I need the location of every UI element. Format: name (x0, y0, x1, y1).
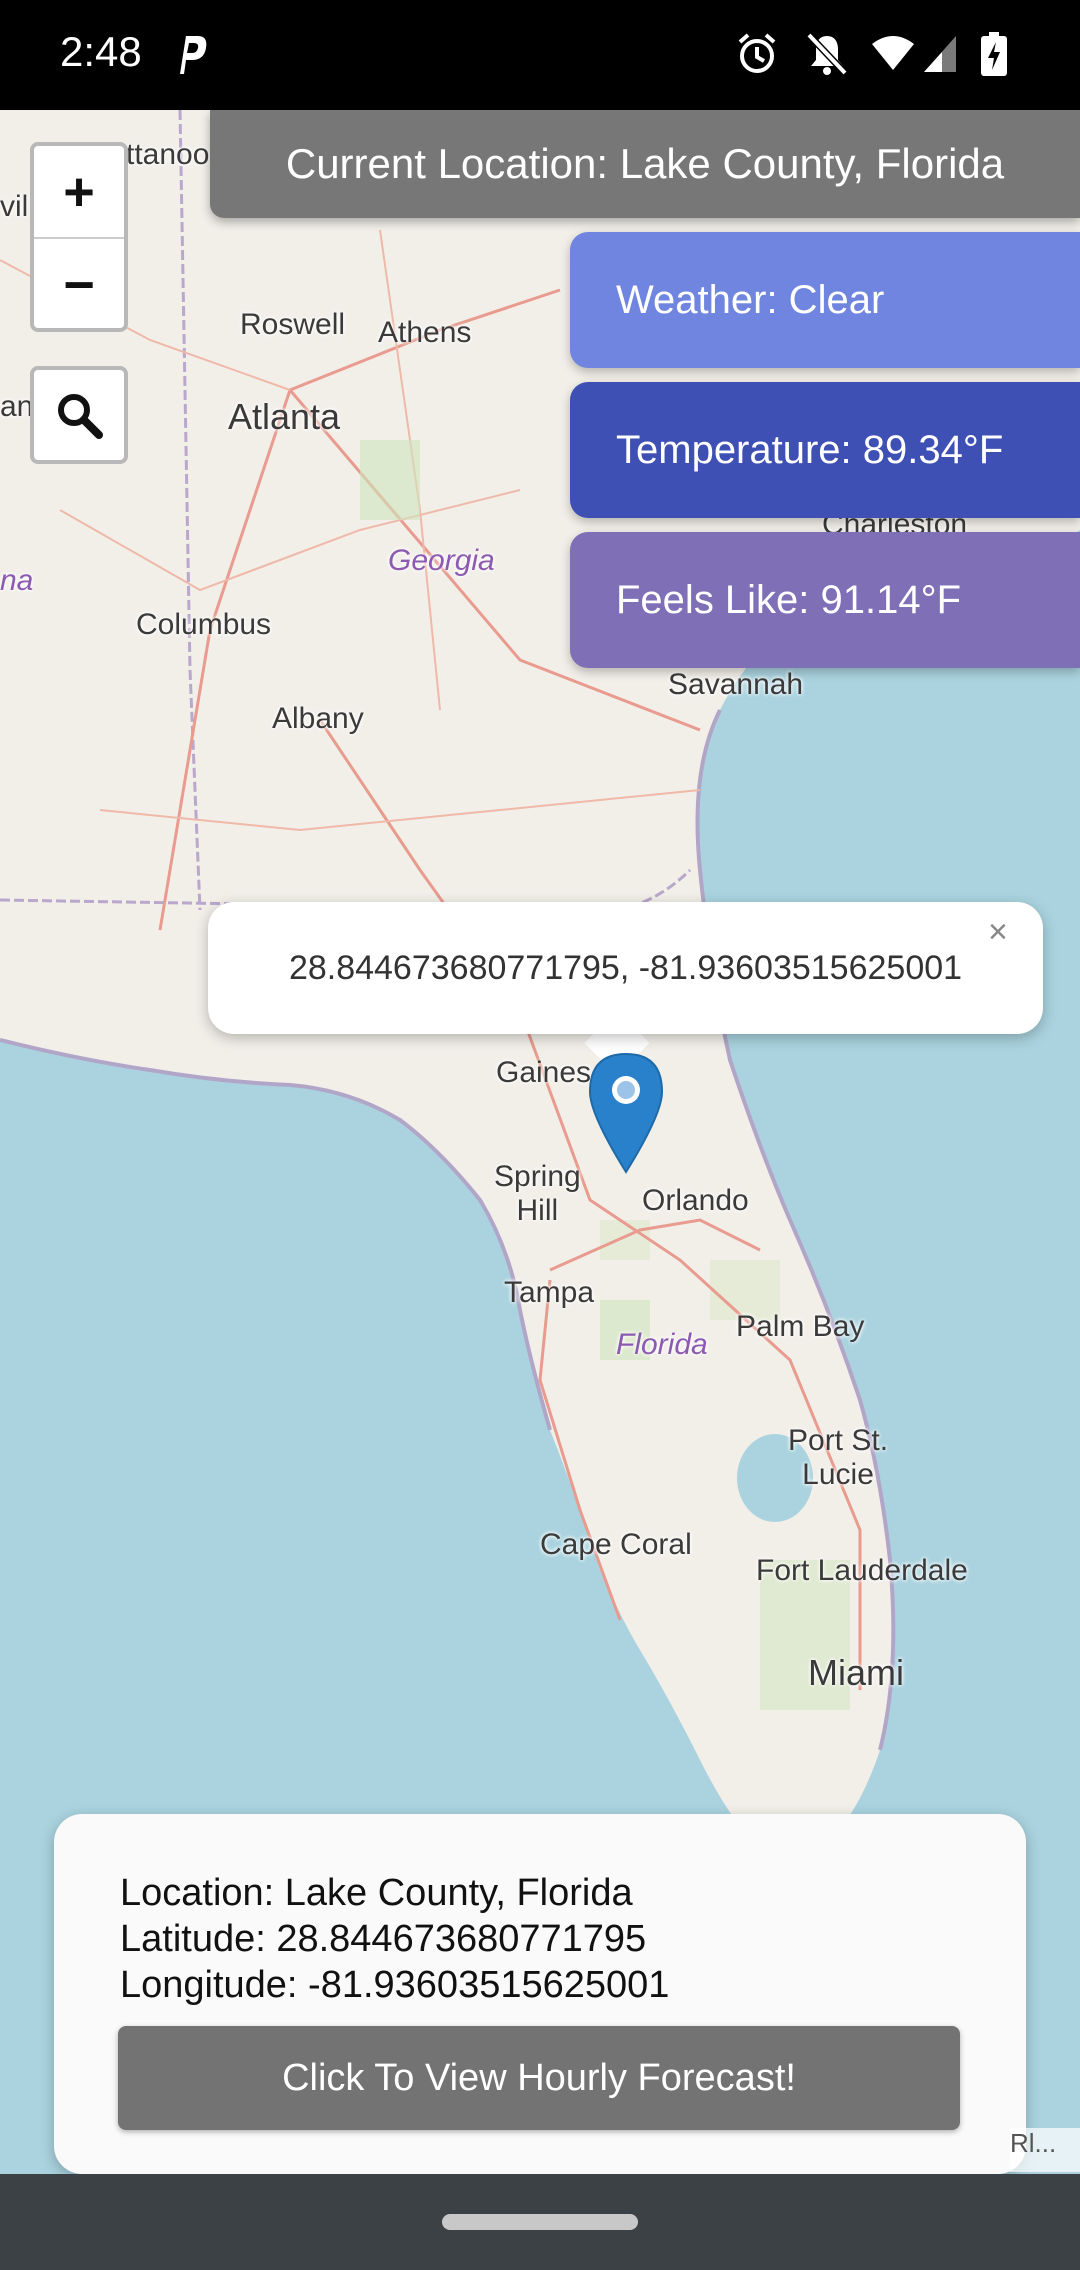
status-bar: 2:48 (0, 0, 1080, 110)
map-label-left-edge-1: vil (0, 190, 29, 223)
temperature-card: Temperature: 89.34°F (570, 382, 1080, 518)
popup-close-button[interactable]: × (988, 913, 1008, 952)
map-label-florida: Florida (616, 1328, 708, 1361)
map-label-columbus: Columbus (136, 608, 272, 641)
map-label-albany: Albany (272, 702, 364, 735)
map-label-fort-lauderdale: Fort Lauderdale (756, 1554, 968, 1587)
map-label-georgia: Georgia (388, 544, 495, 577)
map-label-chattanooga: ttanoo (126, 138, 210, 171)
map-label-cape-coral: Cape Coral (540, 1528, 692, 1561)
map-label-savannah: Savannah (668, 668, 804, 701)
map-label-left-edge-3: na (0, 564, 34, 597)
notifications-off-icon (806, 32, 848, 76)
map-label-atlanta: Atlanta (228, 396, 341, 437)
map-label-orlando: Orlando (642, 1184, 749, 1217)
battery-charging-icon (981, 32, 1007, 76)
map-label-port-st-lucie: Port St. Lucie (788, 1424, 889, 1491)
home-handle[interactable] (442, 2214, 638, 2230)
zoom-in-button[interactable]: + (34, 146, 124, 239)
info-longitude: Longitude: -81.93603515625001 (120, 1964, 670, 2006)
map-search-button[interactable] (30, 366, 128, 464)
popup-coordinates: 28.844673680771795, -81.93603515625001 (288, 948, 963, 987)
info-latitude: Latitude: 28.844673680771795 (120, 1918, 647, 1960)
map-label-gainesville: Gaines (496, 1056, 592, 1089)
navigation-bar (0, 2174, 1080, 2270)
parking-p-icon (180, 36, 207, 74)
location-marker-icon[interactable] (588, 1052, 664, 1174)
info-location: Location: Lake County, Florida (120, 1872, 633, 1914)
map-attribution[interactable]: Rl... (1010, 2128, 1080, 2172)
current-location-banner: Current Location: Lake County, Florida (210, 110, 1080, 218)
status-time: 2:48 (60, 28, 142, 75)
map-label-athens: Athens (378, 316, 472, 349)
map-label-roswell: Roswell (240, 308, 346, 341)
zoom-control: + − (30, 142, 128, 332)
feels-like-card: Feels Like: 91.14°F (570, 532, 1080, 668)
coordinates-popup: 28.844673680771795, -81.93603515625001 (208, 902, 1043, 1034)
hourly-forecast-button[interactable]: Click To View Hourly Forecast! (118, 2026, 960, 2130)
map-label-miami: Miami (808, 1652, 904, 1693)
map-label-palm-bay: Palm Bay (736, 1310, 865, 1343)
weather-card: Weather: Clear (570, 232, 1080, 368)
map-label-tampa: Tampa (504, 1276, 595, 1309)
alarm-icon (738, 33, 776, 73)
location-info-panel: Location: Lake County, Florida Latitude:… (54, 1814, 1026, 2174)
search-icon (58, 394, 103, 439)
map-label-spring-hill: Spring Hill (494, 1160, 581, 1227)
map-label-left-edge-2: an (0, 390, 34, 423)
wifi-icon (872, 36, 914, 70)
zoom-out-button[interactable]: − (34, 239, 124, 330)
signal-icon (924, 36, 956, 72)
